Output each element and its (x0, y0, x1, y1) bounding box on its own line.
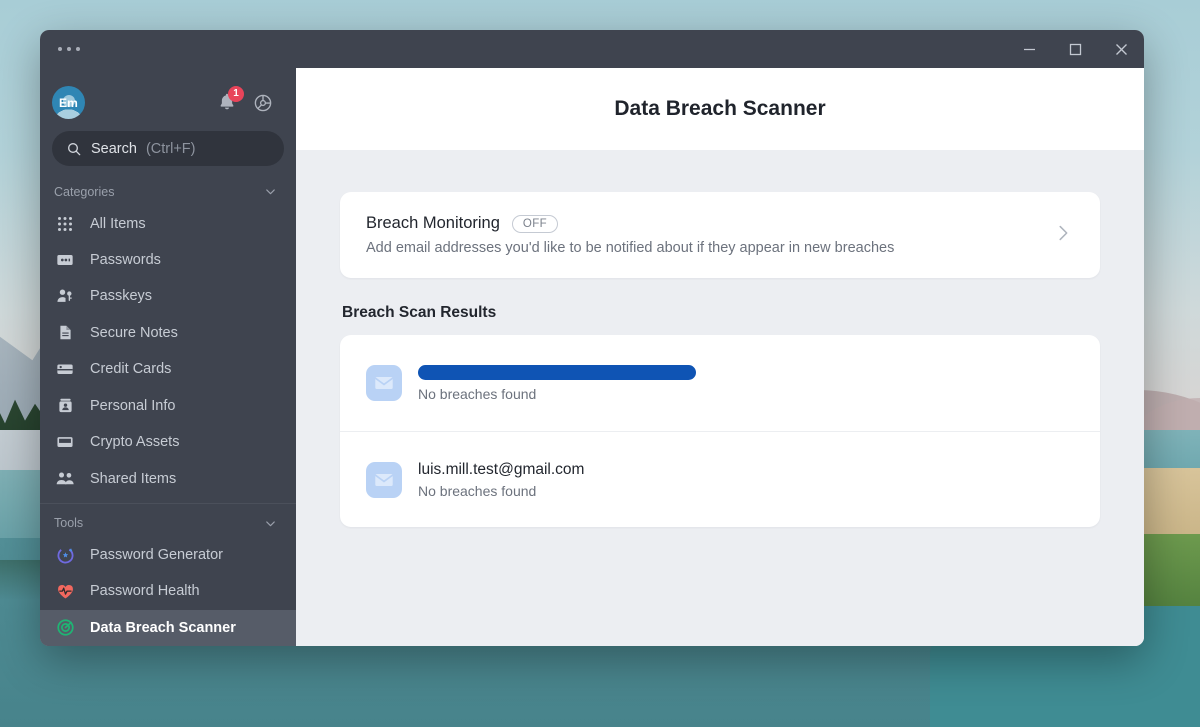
radar-target-icon (54, 618, 76, 637)
sidebar-item-label: Secure Notes (90, 324, 178, 341)
sidebar-item-shared-items[interactable]: Shared Items (40, 460, 296, 496)
search-shortcut: (Ctrl+F) (145, 140, 196, 157)
result-text: No breaches found (418, 364, 696, 402)
passkey-person-key-icon (54, 287, 76, 305)
notifications-button[interactable]: 1 (216, 85, 244, 115)
sidebar-item-passkeys[interactable]: Passkeys (40, 278, 296, 314)
notification-badge: 1 (228, 85, 244, 102)
sidebar-item-password-health[interactable]: Password Health (40, 573, 296, 609)
two-people-icon (54, 469, 76, 488)
sidebar-item-label: Data Breach Scanner (90, 619, 236, 636)
password-card-icon (54, 251, 76, 269)
sidebar-section-tools-header[interactable]: Tools (40, 502, 296, 537)
table-row[interactable]: No breaches found (340, 335, 1100, 431)
settings-button[interactable] (252, 92, 274, 114)
sidebar-item-label: Credit Cards (90, 361, 172, 378)
sidebar-item-label: Shared Items (90, 470, 177, 487)
user-avatar[interactable]: Em (52, 86, 85, 119)
result-status: No breaches found (418, 386, 537, 402)
content-area: Breach Monitoring OFF Add email addresse… (296, 150, 1144, 646)
gear-icon (254, 94, 272, 111)
sidebar-item-password-generator[interactable]: Password Generator (40, 537, 296, 573)
minimize-button[interactable] (1006, 30, 1052, 68)
breach-monitoring-title: Breach Monitoring (366, 214, 500, 232)
sidebar-item-crypto-assets[interactable]: Crypto Assets (40, 424, 296, 460)
sidebar-section-categories-header[interactable]: Categories (40, 178, 296, 205)
search-icon (68, 142, 81, 156)
id-badge-icon (54, 397, 76, 414)
sidebar: Em 1 Search (Ctrl+F) Categories All Item… (40, 68, 296, 646)
breach-results-list: No breaches found luis.mill.test@gmail.c… (340, 335, 1100, 527)
refresh-star-icon (54, 546, 76, 565)
sidebar-section-categories-title: Categories (54, 184, 115, 199)
envelope-icon (366, 365, 402, 401)
heart-pulse-icon (54, 582, 76, 601)
table-row[interactable]: luis.mill.test@gmail.com No breaches fou… (340, 431, 1100, 527)
sidebar-item-label: Passwords (90, 252, 161, 269)
note-document-icon (54, 324, 76, 341)
search-label: Search (91, 140, 137, 157)
chevron-down-icon (266, 189, 275, 195)
result-status: No breaches found (418, 482, 537, 499)
sidebar-item-label: Crypto Assets (90, 434, 180, 451)
breach-monitoring-title-row: Breach Monitoring OFF (366, 214, 894, 233)
sidebar-header-icons: 1 (216, 85, 274, 115)
status-badge: OFF (511, 214, 559, 233)
result-email-redacted (418, 364, 696, 382)
chevron-down-icon (266, 521, 275, 527)
wallet-icon (54, 433, 76, 451)
desktop-background: Em 1 Search (Ctrl+F) Categories All Item… (0, 0, 1200, 727)
window-controls (1006, 30, 1144, 68)
credit-card-icon (54, 360, 76, 378)
sidebar-item-secure-notes[interactable]: Secure Notes (40, 315, 296, 351)
envelope-icon (366, 461, 402, 498)
sidebar-item-label: Password Generator (90, 547, 223, 564)
sidebar-item-personal-info[interactable]: Personal Info (40, 388, 296, 424)
result-text: luis.mill.test@gmail.com No breaches fou… (418, 461, 584, 499)
search-input[interactable]: Search (Ctrl+F) (52, 131, 284, 167)
sidebar-item-all-items[interactable]: All Items (40, 205, 296, 241)
window-titlebar (40, 30, 1144, 68)
sidebar-section-tools-title: Tools (54, 516, 84, 531)
redaction-bar (418, 365, 696, 381)
sidebar-header: Em 1 (40, 76, 296, 125)
avatar-initials: Em (58, 95, 79, 110)
sidebar-item-label: Personal Info (90, 397, 176, 414)
app-window: Em 1 Search (Ctrl+F) Categories All Item… (40, 30, 1144, 646)
page-title: Data Breach Scanner (614, 97, 826, 120)
sidebar-item-passwords[interactable]: Passwords (40, 242, 296, 278)
sidebar-item-label: All Items (90, 215, 146, 232)
maximize-button[interactable] (1052, 30, 1098, 68)
sidebar-item-data-breach-scanner[interactable]: Data Breach Scanner (40, 609, 296, 646)
sidebar-item-label: Passkeys (90, 288, 153, 305)
sidebar-item-label: Password Health (90, 583, 200, 600)
chevron-right-icon[interactable] (1052, 222, 1074, 249)
page-header: Data Breach Scanner (296, 68, 1144, 150)
grid-icon (54, 216, 76, 232)
close-button[interactable] (1098, 30, 1144, 68)
result-email: luis.mill.test@gmail.com (418, 460, 585, 478)
main-content: Data Breach Scanner Breach Monitoring OF… (296, 68, 1144, 646)
results-section-title: Breach Scan Results (342, 304, 497, 321)
breach-monitoring-text: Breach Monitoring OFF Add email addresse… (366, 214, 894, 256)
sidebar-item-credit-cards[interactable]: Credit Cards (40, 351, 296, 387)
breach-monitoring-description: Add email addresses you'd like to be not… (366, 240, 895, 256)
breach-monitoring-card[interactable]: Breach Monitoring OFF Add email addresse… (340, 192, 1100, 278)
kebab-menu-icon[interactable] (58, 47, 80, 51)
